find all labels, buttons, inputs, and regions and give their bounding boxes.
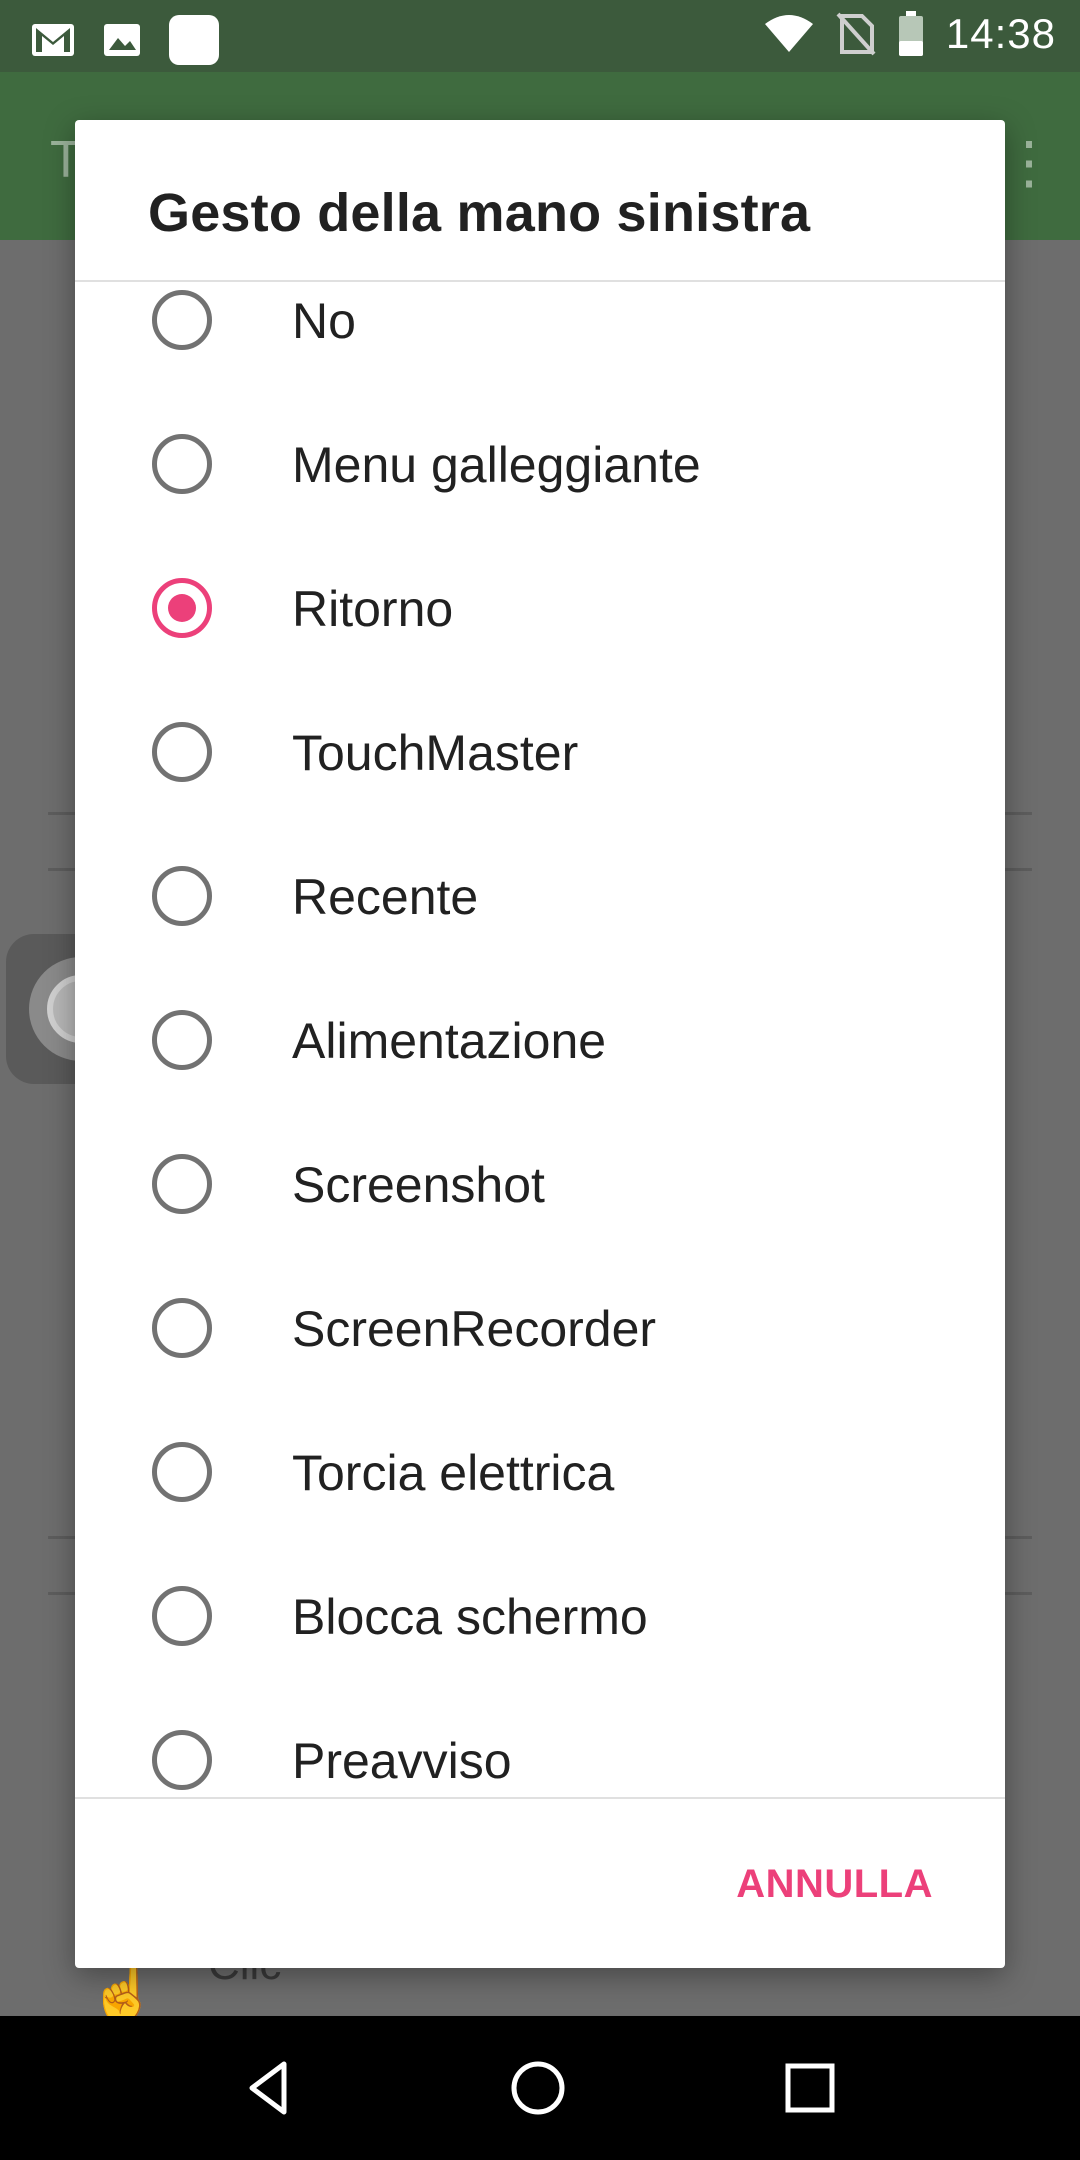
radio-button[interactable] [152, 1298, 212, 1358]
notification-icons [30, 14, 220, 66]
option-label: TouchMaster [292, 725, 579, 781]
option-screenshot[interactable]: Screenshot [75, 1112, 1005, 1256]
option-screenrecorder[interactable]: ScreenRecorder [75, 1256, 1005, 1400]
no-sim-icon [836, 12, 876, 56]
radio-button[interactable] [152, 1010, 212, 1070]
system-icons: 14:38 [764, 10, 1056, 58]
status-bar: 14:38 [0, 0, 1080, 72]
option-torcia-elettrica[interactable]: Torcia elettrica [75, 1400, 1005, 1544]
option-no[interactable]: No [75, 282, 1005, 392]
option-ritorno[interactable]: Ritorno [75, 536, 1005, 680]
option-label: Ritorno [292, 581, 454, 637]
radio-button[interactable] [152, 1586, 212, 1646]
radio-button[interactable] [152, 434, 212, 494]
back-icon[interactable] [238, 2056, 302, 2120]
option-label: Menu galleggiante [292, 437, 701, 493]
gmail-icon [32, 24, 74, 56]
option-label: Screenshot [292, 1157, 545, 1213]
battery-icon [898, 11, 923, 56]
image-icon [104, 24, 140, 56]
option-label: Recente [292, 869, 479, 925]
radio-button[interactable] [152, 866, 212, 926]
option-alimentazione[interactable]: Alimentazione [75, 968, 1005, 1112]
dialog-title: Gesto della mano sinistra [148, 183, 811, 243]
option-label: Alimentazione [292, 1013, 607, 1069]
option-label: Preavviso [292, 1733, 512, 1789]
cancel-button[interactable]: ANNULLA [733, 1852, 933, 1916]
option-menu-galleggiante[interactable]: Menu galleggiante [75, 392, 1005, 536]
option-label: No [292, 293, 356, 349]
option-label: Torcia elettrica [292, 1445, 615, 1501]
gesture-dialog: Gesto della mano sinistra No Menu galleg… [75, 120, 1005, 1968]
option-preavviso[interactable]: Preavviso [75, 1688, 1005, 1832]
radio-button[interactable] [152, 290, 212, 350]
recents-icon[interactable] [778, 2056, 842, 2120]
radio-button-selected[interactable] [152, 578, 212, 638]
option-label: ScreenRecorder [292, 1301, 657, 1357]
home-icon[interactable] [506, 2056, 570, 2120]
option-label: Blocca schermo [292, 1589, 648, 1645]
radio-button[interactable] [152, 1730, 212, 1790]
radio-button[interactable] [152, 1154, 212, 1214]
actions-divider [75, 1797, 1005, 1799]
navigation-bar [0, 2016, 1080, 2160]
app-square-icon [169, 15, 219, 65]
option-recente[interactable]: Recente [75, 824, 1005, 968]
option-blocca-schermo[interactable]: Blocca schermo [75, 1544, 1005, 1688]
options-list[interactable]: No Menu galleggiante Ritorno TouchMaster… [75, 282, 1005, 1918]
radio-button[interactable] [152, 722, 212, 782]
wifi-icon [764, 15, 813, 52]
more-vert-icon: ⋮ [1000, 130, 1058, 195]
radio-button[interactable] [152, 1442, 212, 1502]
option-touchmaster[interactable]: TouchMaster [75, 680, 1005, 824]
clock: 14:38 [945, 10, 1056, 57]
